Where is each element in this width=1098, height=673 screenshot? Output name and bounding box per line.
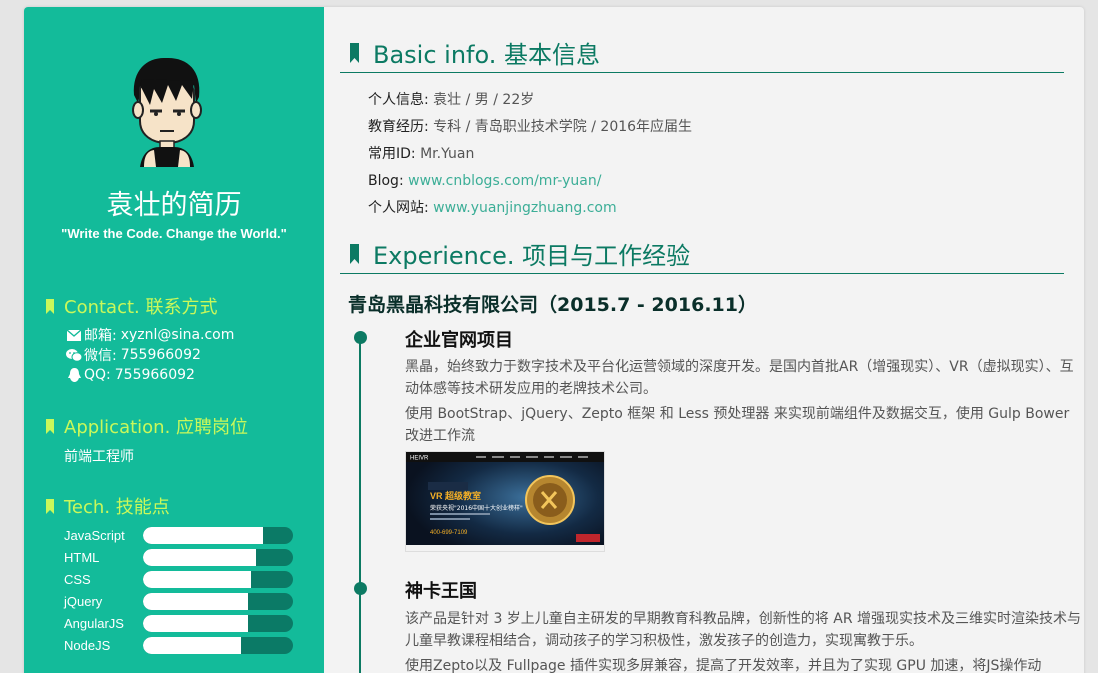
qq-value: 755966092 (114, 367, 195, 383)
job-title: 前端工程师 (64, 449, 134, 465)
bookmark-icon (46, 298, 54, 314)
skill-name: NodeJS (64, 637, 111, 653)
wechat-label: 微信: (84, 348, 117, 364)
basic-info-heading: Basic info. 基本信息 (340, 33, 1064, 73)
wechat-value: 755966092 (120, 347, 201, 363)
company-name: 青岛黑晶科技有限公司（2015.7 - 2016.11） (348, 294, 757, 316)
skill-fill (143, 592, 248, 610)
experience-heading: Experience. 项目与工作经验 (340, 234, 1064, 274)
qq-icon (66, 368, 82, 382)
contact-heading-label: Contact. 联系方式 (64, 297, 218, 318)
qq-label: QQ: (84, 367, 111, 383)
info-label: 教育经历: (368, 119, 429, 135)
skill-name: HTML (64, 549, 100, 565)
project-description: 黑晶，始终致力于数字技术及平台化运营领域的深度开发。是国内首批AR（增强现实）、… (405, 359, 1074, 397)
skill-row: HTML (64, 546, 293, 568)
info-value: 袁壮 / 男 / 22岁 (433, 92, 535, 108)
basic-info-title: Basic info. 基本信息 (373, 41, 601, 69)
skill-row: CSS (64, 568, 293, 590)
project-tech: 使用Zepto以及 Fullpage 插件实现多屏兼容，提高了开发效率，并且为了… (405, 658, 1042, 673)
contact-list: 邮箱: xyznl@sina.com 微信: 755966092 QQ: 755… (66, 325, 234, 385)
sidebar: 袁壮的简历 "Write the Code. Change the World.… (24, 7, 324, 673)
timeline-line (359, 335, 361, 673)
skill-bar (143, 570, 293, 588)
skill-fill (143, 526, 263, 544)
info-row-blog: Blog: www.cnblogs.com/mr-yuan/ (368, 171, 692, 198)
skill-row: jQuery (64, 590, 293, 612)
skill-name: CSS (64, 571, 91, 587)
basic-info-list: 个人信息: 袁壮 / 男 / 22岁 教育经历: 专科 / 青岛职业技术学院 /… (368, 90, 692, 225)
skills-list: JavaScript HTML CSS jQuery AngularJS Nod… (64, 524, 293, 656)
project-description: 该产品是针对 3 岁上儿童自主研发的早期教育科教品牌，创新性的将 AR 增强现实… (405, 611, 1082, 649)
screenshot-headline: 荣获央视"2016中国十大创业榜样" (430, 504, 523, 512)
info-row-personal: 个人信息: 袁壮 / 男 / 22岁 (368, 90, 692, 117)
timeline-dot (354, 582, 367, 595)
info-row-website: 个人网站: www.yuanjingzhuang.com (368, 198, 692, 225)
avatar (132, 57, 202, 167)
tech-heading: Tech. 技能点 (46, 493, 170, 519)
tech-heading-label: Tech. 技能点 (64, 497, 170, 518)
project-screenshot: HEIVR VR 超级教室 荣获央视"2016中国十大创业榜样" 400-699… (405, 451, 605, 552)
skill-row: AngularJS (64, 612, 293, 634)
mail-icon (66, 328, 82, 342)
website-screenshot-image: HEIVR VR 超级教室 荣获央视"2016中国十大创业榜样" 400-699… (406, 452, 604, 551)
screenshot-brand: HEIVR (410, 456, 429, 462)
contact-heading: Contact. 联系方式 (46, 293, 217, 319)
bookmark-icon (46, 418, 54, 434)
website-link[interactable]: www.yuanjingzhuang.com (433, 200, 616, 216)
screenshot-phone: 400-699-7109 (430, 530, 468, 536)
info-label: 个人信息: (368, 92, 429, 108)
skill-bar (143, 592, 293, 610)
skill-fill (143, 614, 248, 632)
email-value[interactable]: xyznl@sina.com (121, 327, 235, 343)
bookmark-icon (350, 42, 359, 63)
project-title: 神卡王国 (405, 581, 477, 602)
email-label: 邮箱: (84, 328, 117, 344)
application-heading: Application. 应聘岗位 (46, 413, 248, 439)
skill-name: jQuery (64, 593, 103, 609)
blog-link[interactable]: www.cnblogs.com/mr-yuan/ (408, 173, 601, 189)
bookmark-icon (46, 498, 54, 514)
skill-fill (143, 636, 241, 654)
skill-fill (143, 548, 256, 566)
skill-fill (143, 570, 251, 588)
resume-card: 袁壮的简历 "Write the Code. Change the World.… (24, 7, 1084, 673)
info-row-education: 教育经历: 专科 / 青岛职业技术学院 / 2016年应届生 (368, 117, 692, 144)
skill-row: NodeJS (64, 634, 293, 656)
bookmark-icon (350, 243, 359, 264)
resume-title: 袁壮的简历 (106, 190, 242, 221)
main-content: Basic info. 基本信息 个人信息: 袁壮 / 男 / 22岁 教育经历… (324, 7, 1084, 673)
screenshot-tag: VR 超级教室 (430, 490, 481, 501)
info-label: 常用ID: (368, 146, 416, 162)
wechat-icon (66, 348, 82, 362)
motto: "Write the Code. Change the World." (61, 226, 287, 241)
contact-email: 邮箱: xyznl@sina.com (66, 325, 234, 345)
skill-bar (143, 614, 293, 632)
info-value: Mr.Yuan (420, 146, 475, 162)
skill-name: AngularJS (64, 615, 124, 631)
skill-row: JavaScript (64, 524, 293, 546)
skill-bar (143, 526, 293, 544)
skill-name: JavaScript (64, 527, 125, 543)
info-label: 个人网站: (368, 200, 429, 216)
info-value: 专科 / 青岛职业技术学院 / 2016年应届生 (433, 119, 693, 135)
skill-bar (143, 548, 293, 566)
application-heading-label: Application. 应聘岗位 (64, 417, 249, 438)
project-title: 企业官网项目 (405, 330, 513, 351)
contact-qq: QQ: 755966092 (66, 365, 234, 385)
experience-title: Experience. 项目与工作经验 (373, 242, 691, 270)
contact-wechat: 微信: 755966092 (66, 345, 234, 365)
skill-bar (143, 636, 293, 654)
project-tech: 使用 BootStrap、jQuery、Zepto 框架 和 Less 预处理器… (405, 406, 1070, 444)
info-label: Blog: (368, 173, 404, 189)
timeline-dot (354, 331, 367, 344)
info-row-id: 常用ID: Mr.Yuan (368, 144, 692, 171)
